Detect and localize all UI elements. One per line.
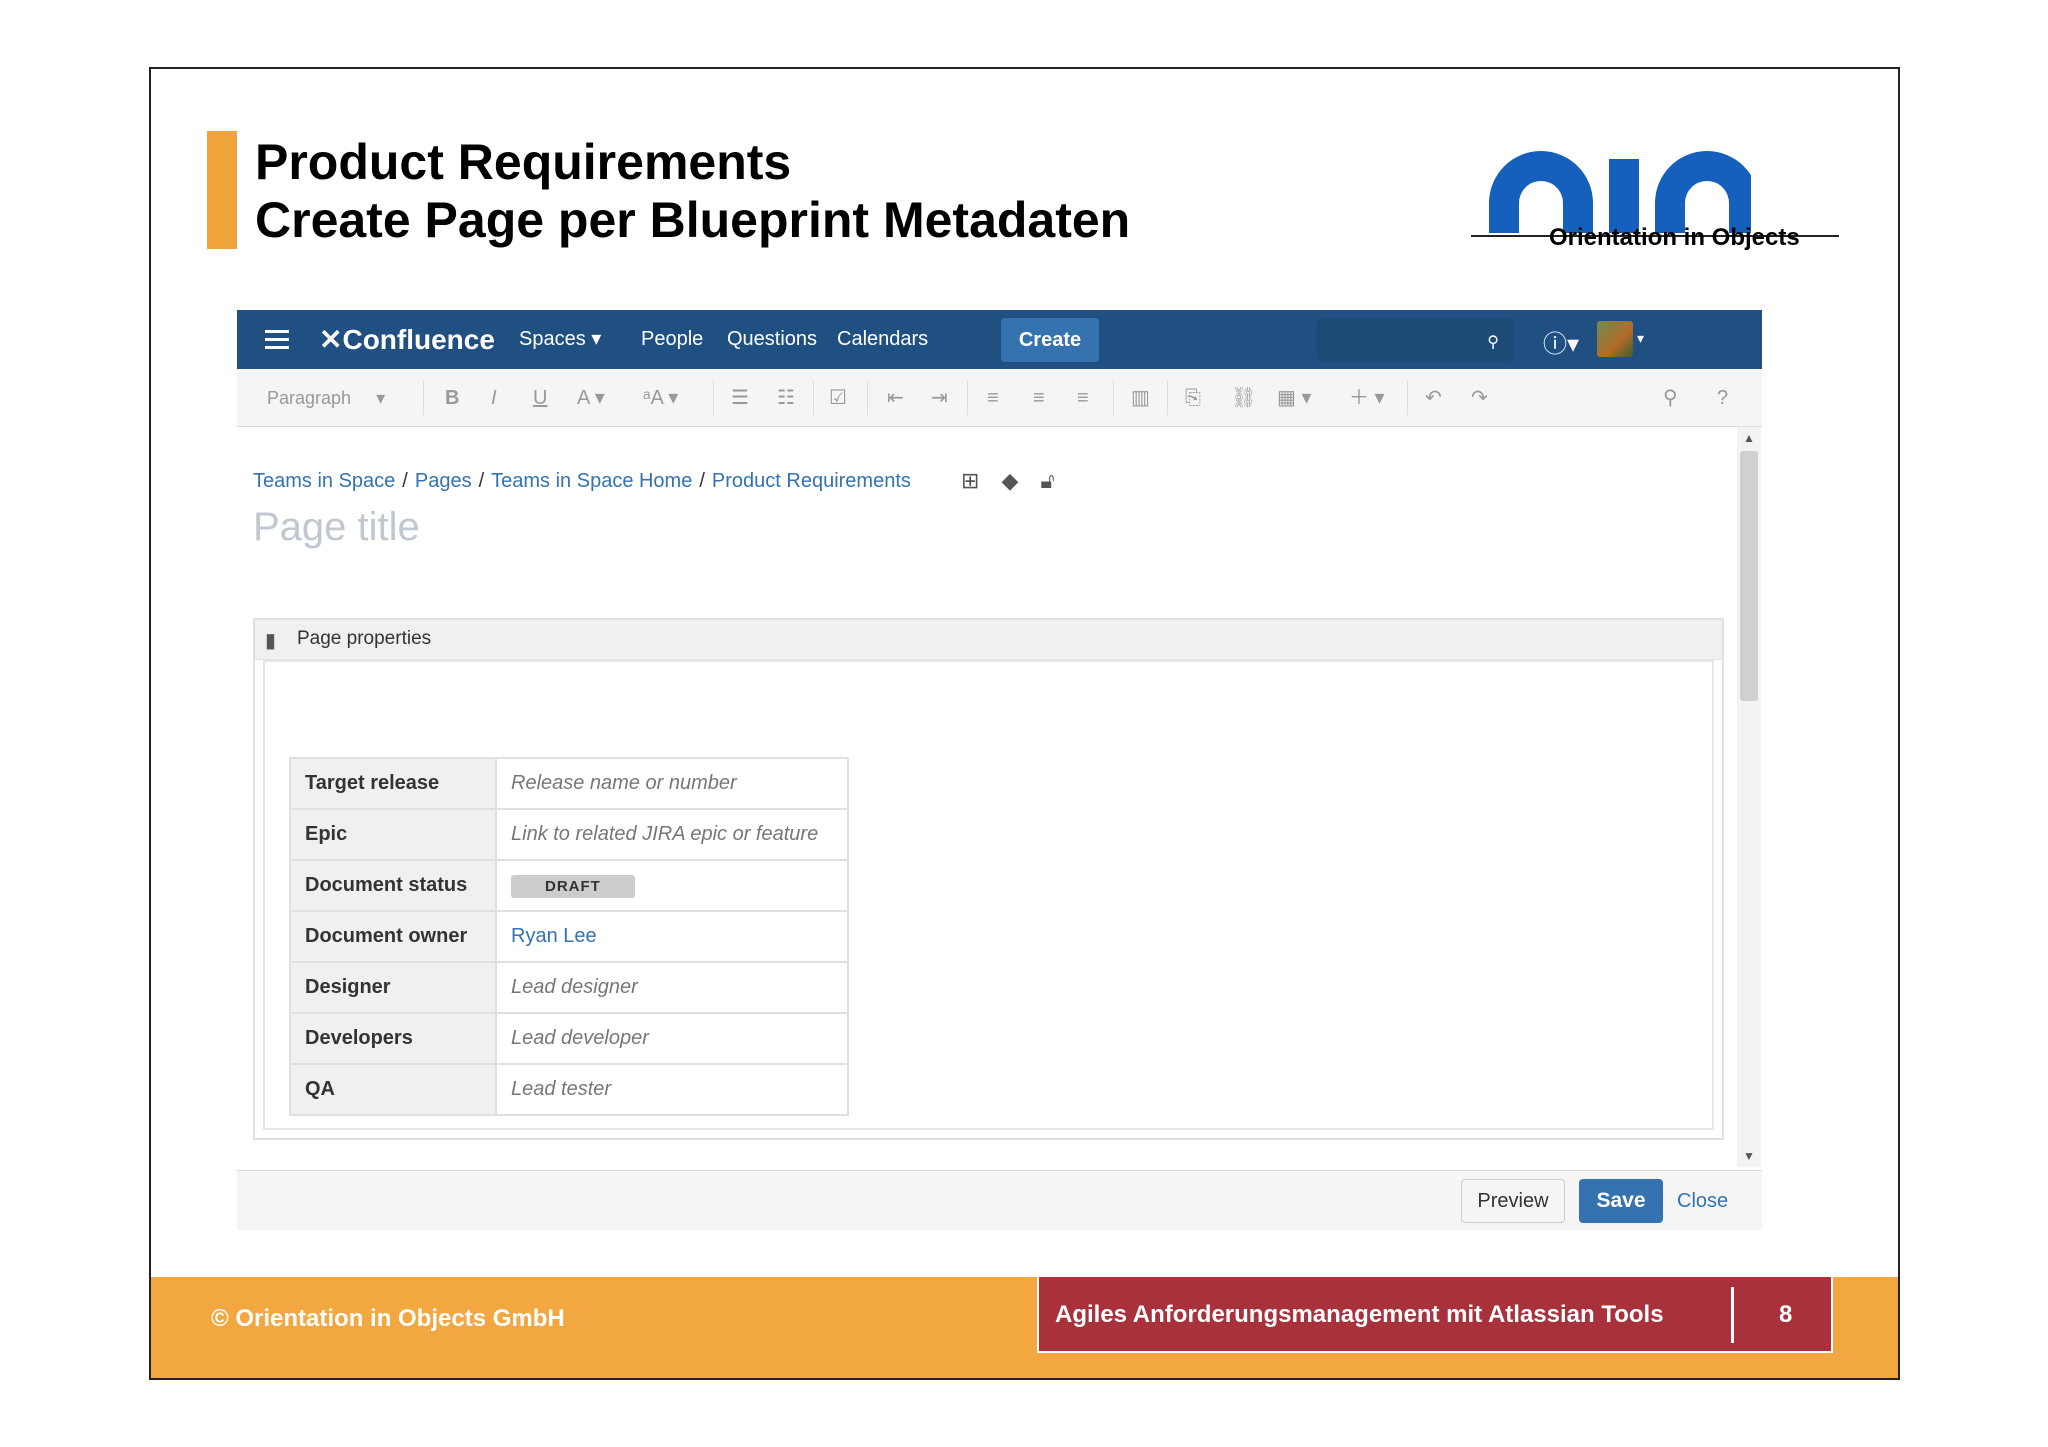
breadcrumb-item[interactable]: Teams in Space (253, 470, 395, 492)
divider (1731, 1287, 1734, 1343)
property-key: QA (289, 1063, 497, 1116)
task-list-icon[interactable]: ☑ (829, 383, 847, 413)
italic-icon[interactable]: I (491, 383, 497, 413)
course-title: Agiles Anforderungsmanagement mit Atlass… (1055, 1301, 1664, 1328)
table-icon[interactable]: ▦ ▾ (1277, 383, 1312, 413)
macro-header: ▮ Page properties (255, 620, 1722, 660)
find-icon[interactable]: ⚲ (1663, 383, 1678, 413)
property-key: Document owner (289, 910, 497, 963)
editor-scrollbar[interactable]: ▲ ▼ (1737, 427, 1761, 1167)
redo-icon[interactable]: ↷ (1471, 383, 1488, 413)
properties-table: Target release Release name or number Epi… (289, 757, 849, 1116)
editor-toolbar: Paragraph ▾ B I U A ▾ ᵃA ▾ ☰ ☷ ☑ ⇤ ⇥ ≡ ≡… (237, 369, 1762, 427)
property-value[interactable]: Release name or number (495, 757, 849, 810)
logo-caption: Orientation in Objects (1549, 224, 1800, 251)
help-question-icon[interactable]: ? (1717, 383, 1728, 413)
align-right-icon[interactable]: ≡ (1077, 383, 1089, 413)
paragraph-select[interactable]: Paragraph ▾ (267, 383, 385, 413)
property-key: Epic (289, 808, 497, 861)
slide-title-line-2: Create Page per Blueprint Metadaten (255, 192, 1131, 248)
property-value[interactable]: DRAFT (495, 859, 849, 912)
property-value[interactable]: Lead tester (495, 1063, 849, 1116)
bullet-list-icon[interactable]: ☰ (731, 383, 749, 413)
label-tag-icon[interactable]: ◆ (1001, 468, 1018, 493)
confluence-x-icon: ✕ (319, 324, 343, 355)
link-icon[interactable]: ⛓ (1231, 383, 1256, 413)
slide: Product Requirements Create Page per Blu… (149, 67, 1900, 1380)
indent-icon[interactable]: ⇥ (931, 383, 948, 413)
document-owner-link[interactable]: Ryan Lee (495, 910, 849, 963)
page-tree-icon[interactable]: ⊞ (961, 468, 979, 493)
breadcrumb-item[interactable]: Pages (415, 470, 472, 492)
search-icon: ⚲ (1487, 334, 1499, 351)
page-number: 8 (1779, 1301, 1793, 1328)
table-row: QA Lead tester (289, 1063, 849, 1116)
status-badge[interactable]: DRAFT (511, 874, 635, 898)
property-key: Developers (289, 1012, 497, 1065)
copyright: © Orientation in Objects GmbH (211, 1305, 565, 1332)
page-properties-macro[interactable]: ▮ Page properties Target release Release … (253, 618, 1724, 1140)
avatar-chevron-icon[interactable]: ▾ (1637, 330, 1644, 347)
numbered-list-icon[interactable]: ☷ (777, 383, 795, 413)
macro-label: Page properties (297, 628, 432, 649)
editor-footer: Preview Save Close (237, 1170, 1762, 1230)
outdent-icon[interactable]: ⇤ (887, 383, 904, 413)
breadcrumb-icons: ⊞ ◆ 🔓︎ (961, 468, 1077, 494)
property-value[interactable]: Lead developer (495, 1012, 849, 1065)
breadcrumb-item[interactable]: Teams in Space Home (491, 470, 692, 492)
property-value[interactable]: Lead designer (495, 961, 849, 1014)
help-icon[interactable]: ⓘ▾ (1543, 324, 1579, 359)
underline-icon[interactable]: U (533, 383, 547, 413)
table-row: Document owner Ryan Lee (289, 910, 849, 963)
table-row: Target release Release name or number (289, 757, 849, 810)
page-title-input[interactable]: Page title (253, 505, 420, 550)
breadcrumb: Teams in Space / Pages / Teams in Space Home… (253, 470, 911, 492)
slide-title-line-1: Product Requirements (255, 134, 792, 190)
nav-calendars[interactable]: Calendars (837, 310, 928, 369)
menu-icon[interactable] (265, 330, 289, 350)
course-box: Agiles Anforderungsmanagement mit Atlass… (1037, 1277, 1833, 1353)
bold-icon[interactable]: B (445, 383, 459, 413)
undo-icon[interactable]: ↶ (1425, 383, 1442, 413)
nav-spaces[interactable]: Spaces ▾ (519, 310, 601, 369)
preview-button[interactable]: Preview (1461, 1179, 1565, 1223)
nav-questions[interactable]: Questions (727, 310, 817, 369)
table-row: Developers Lead developer (289, 1012, 849, 1065)
avatar[interactable] (1597, 321, 1633, 357)
macro-icon: ▮ (265, 630, 277, 652)
confluence-logo[interactable]: ✕Confluence (319, 310, 495, 369)
title-accent-bar (207, 131, 237, 249)
align-left-icon[interactable]: ≡ (987, 383, 999, 413)
property-value[interactable]: Link to related JIRA epic or feature (495, 808, 849, 861)
macro-body: Target release Release name or number Epi… (263, 660, 1714, 1130)
insert-more-icon[interactable]: ＋ ▾ (1349, 383, 1385, 413)
text-color-icon[interactable]: A ▾ (577, 383, 605, 413)
table-row: Document status DRAFT (289, 859, 849, 912)
create-button[interactable]: Create (1001, 318, 1099, 362)
table-row: Designer Lead designer (289, 961, 849, 1014)
close-button[interactable]: Close (1677, 1179, 1728, 1223)
search-input[interactable]: ⚲ (1317, 318, 1513, 361)
page-layout-icon[interactable]: ▥ (1131, 383, 1150, 413)
restrictions-lock-icon[interactable]: 🔓︎ (1040, 468, 1054, 493)
align-center-icon[interactable]: ≡ (1033, 383, 1045, 413)
insert-file-icon[interactable]: ⎘ (1185, 383, 1201, 413)
property-key: Target release (289, 757, 497, 810)
slide-title: Product Requirements Create Page per Blu… (255, 133, 1130, 249)
top-navigation: ✕Confluence Spaces ▾ People Questions Ca… (237, 310, 1762, 369)
save-button[interactable]: Save (1579, 1179, 1663, 1223)
confluence-editor-screenshot: ✕Confluence Spaces ▾ People Questions Ca… (237, 310, 1762, 1236)
property-key: Designer (289, 961, 497, 1014)
property-key: Document status (289, 859, 497, 912)
scrollbar-thumb[interactable] (1740, 451, 1758, 701)
nav-people[interactable]: People (641, 310, 703, 369)
formatting-icon[interactable]: ᵃA ▾ (643, 383, 678, 413)
slide-footer: © Orientation in Objects GmbH Agiles Anf… (151, 1277, 1898, 1378)
breadcrumb-item[interactable]: Product Requirements (712, 470, 911, 492)
table-row: Epic Link to related JIRA epic or feature (289, 808, 849, 861)
